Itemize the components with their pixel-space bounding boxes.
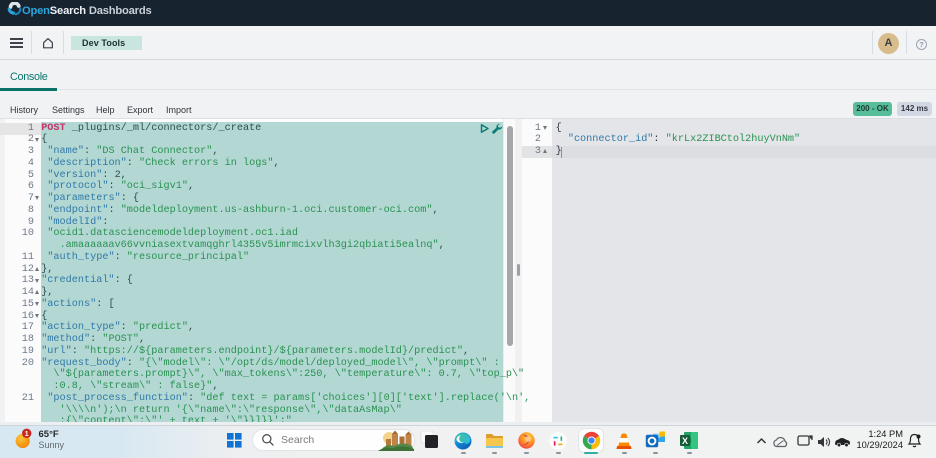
svg-text:X: X [682, 436, 688, 446]
svg-text:1: 1 [25, 431, 29, 438]
